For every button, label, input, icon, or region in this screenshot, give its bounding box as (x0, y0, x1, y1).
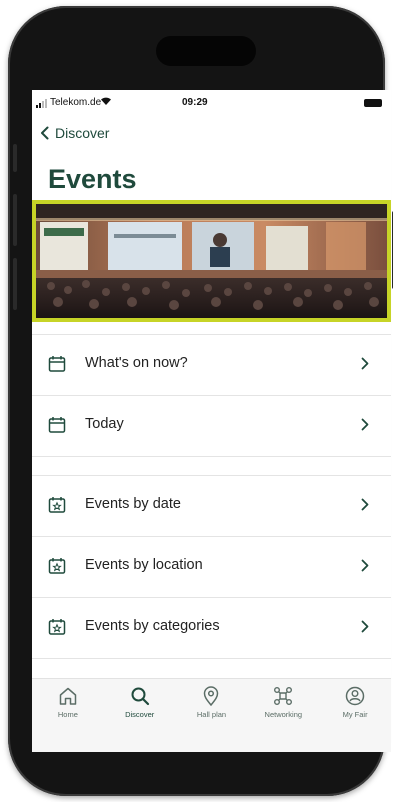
menu-item-events-by-location[interactable]: Events by location (32, 537, 391, 598)
location-pin-icon (204, 686, 219, 707)
chevron-right-icon (361, 559, 369, 572)
dynamic-island (156, 36, 256, 66)
tab-label: My Fair (342, 710, 368, 719)
calendar-star-icon (48, 497, 66, 513)
network-icon (274, 687, 293, 705)
phone-frame: Telekom.de 09:29 Discover Events What's … (8, 6, 393, 796)
tab-discover[interactable]: Discover (104, 679, 176, 726)
tab-my-fair[interactable]: My Fair (319, 679, 391, 726)
search-icon (131, 687, 149, 706)
menu-group-now: What's on now? Today (32, 334, 391, 457)
mute-switch (13, 144, 17, 172)
conference-photo (36, 204, 387, 318)
chevron-right-icon (361, 357, 369, 370)
menu-item-events-by-date[interactable]: Events by date (32, 476, 391, 537)
menu-item-today[interactable]: Today (32, 396, 391, 457)
calendar-icon (48, 356, 66, 372)
events-banner-image (32, 200, 391, 322)
battery-icon (364, 99, 382, 107)
menu-item-label: Events by categories (85, 618, 220, 634)
page-title: Events (48, 164, 137, 194)
tab-home[interactable]: Home (32, 679, 104, 726)
menu-item-whats-on-now[interactable]: What's on now? (32, 335, 391, 396)
carrier-name: Telekom.de (50, 97, 102, 108)
menu-item-label: Events by date (85, 496, 181, 512)
app-screen: Telekom.de 09:29 Discover Events What's … (32, 90, 391, 752)
events-menu: What's on now? Today Events by date Even… (32, 334, 391, 659)
tab-label: Hall plan (196, 710, 227, 719)
volume-down-button (13, 258, 17, 310)
back-button[interactable]: Discover (40, 125, 109, 141)
menu-item-label: Events by location (85, 557, 203, 573)
chevron-right-icon (361, 498, 369, 511)
tab-label: Networking (264, 710, 303, 719)
status-bar: Telekom.de 09:29 (32, 90, 391, 116)
menu-item-label: Today (85, 416, 124, 432)
tab-label: Discover (125, 710, 155, 719)
bottom-tab-bar: Home Discover Hall plan Networking My Fa… (32, 678, 391, 726)
tab-networking[interactable]: Networking (247, 679, 319, 726)
back-label: Discover (55, 125, 110, 141)
chevron-right-icon (361, 620, 369, 633)
calendar-star-icon (48, 619, 66, 635)
status-time: 09:29 (182, 97, 208, 108)
chevron-left-icon (41, 126, 49, 140)
chevron-right-icon (361, 418, 369, 431)
user-circle-icon (345, 686, 365, 706)
home-indicator-area (32, 726, 391, 752)
menu-item-events-by-categories[interactable]: Events by categories (32, 598, 391, 659)
menu-group-browse: Events by date Events by location Events… (32, 475, 391, 659)
tab-label: Home (57, 710, 78, 719)
calendar-star-icon (48, 558, 66, 574)
calendar-icon (48, 417, 66, 433)
signal-icon (36, 99, 47, 108)
home-icon (59, 687, 77, 705)
menu-item-label: What's on now? (85, 355, 188, 371)
tab-hall-plan[interactable]: Hall plan (176, 679, 248, 726)
volume-up-button (13, 194, 17, 246)
wifi-icon (101, 97, 111, 105)
